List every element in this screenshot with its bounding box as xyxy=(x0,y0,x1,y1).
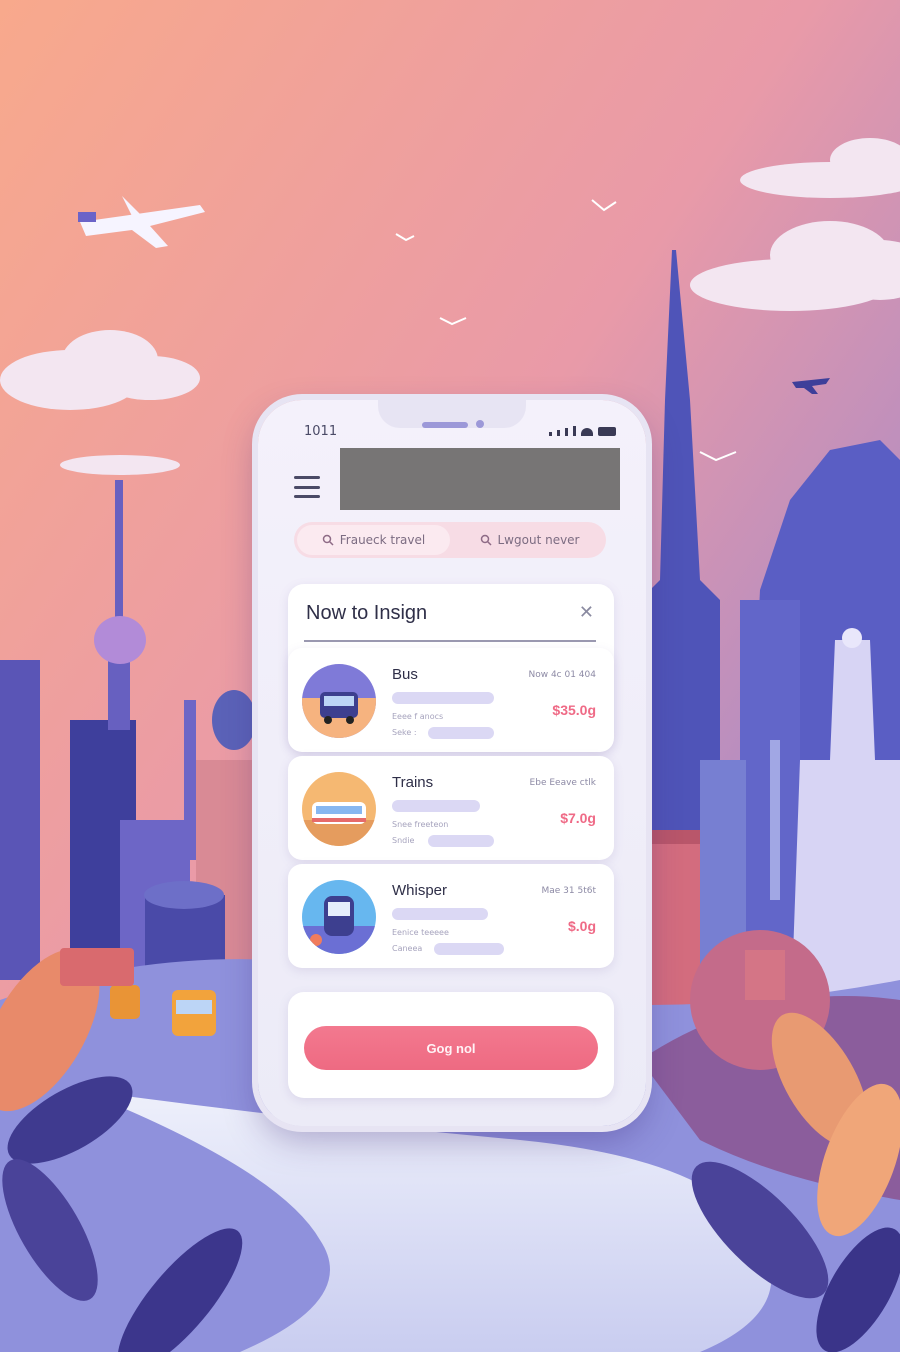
item-meta: Mae 31 5t6t xyxy=(541,886,596,896)
train-icon xyxy=(302,772,376,846)
status-icons xyxy=(549,426,616,436)
phone-screen: 1011 Fraueck travel Lwgout never Now to … xyxy=(258,400,646,1126)
footer-card: Gog nol xyxy=(288,992,614,1098)
phone-notch xyxy=(378,400,526,428)
placeholder-bar xyxy=(434,943,504,955)
tab-label: Fraueck travel xyxy=(339,533,426,547)
panel-title: Now to Insign xyxy=(306,602,428,624)
item-meta: Ebe Eeave ctlk xyxy=(529,778,596,788)
item-meta: Now 4c 01 404 xyxy=(528,670,597,680)
bus-icon xyxy=(302,664,376,738)
tab-label: Lwgout never xyxy=(497,533,580,547)
search-icon xyxy=(480,534,492,546)
menu-icon[interactable] xyxy=(294,476,320,498)
placeholder-bar xyxy=(428,835,494,847)
tab-lwgout-never[interactable]: Lwgout never xyxy=(453,522,606,558)
primary-button[interactable]: Gog nol xyxy=(304,1026,598,1070)
list-item-whisper[interactable]: Whisper Mae 31 5t6t Eenice teeeee Caneea… xyxy=(288,864,614,968)
speaker-icon xyxy=(422,422,468,428)
close-icon[interactable]: ✕ xyxy=(579,604,594,622)
placeholder-bar xyxy=(392,692,494,704)
item-price: $.0g xyxy=(567,918,596,934)
placeholder-bar xyxy=(428,727,494,739)
item-name: Trains xyxy=(392,774,434,791)
item-price: $35.0g xyxy=(552,702,596,718)
panel-header: Now to Insign ✕ xyxy=(288,584,614,642)
placeholder-bar xyxy=(392,800,480,812)
item-price: $7.0g xyxy=(560,810,596,826)
list-item-trains[interactable]: Trains Ebe Eeave ctlk Snee freeteon Sndi… xyxy=(288,756,614,860)
placeholder-bar xyxy=(392,908,488,920)
item-name: Whisper xyxy=(392,882,448,899)
search-tabs: Fraueck travel Lwgout never xyxy=(294,522,606,558)
item-sub: Snee freeteon xyxy=(392,820,449,829)
vehicle-icon xyxy=(302,880,376,954)
wifi-icon xyxy=(581,428,593,436)
tab-fraueck-travel[interactable]: Fraueck travel xyxy=(297,525,450,555)
list-item-bus[interactable]: Bus Now 4c 01 404 Eeee f anocs Seke : $3… xyxy=(288,648,614,752)
divider xyxy=(304,640,596,642)
battery-icon xyxy=(598,427,616,436)
status-time: 1011 xyxy=(304,424,338,439)
search-icon xyxy=(322,534,334,546)
item-sub: Seke : xyxy=(392,728,417,737)
redacted-title xyxy=(340,448,620,510)
item-sub: Caneea xyxy=(392,944,423,953)
item-name: Bus xyxy=(392,666,418,683)
item-sub: Eenice teeeee xyxy=(392,928,449,937)
item-sub: Sndie xyxy=(392,836,415,845)
camera-icon xyxy=(476,420,484,428)
signal-icon xyxy=(549,432,552,436)
item-sub: Eeee f anocs xyxy=(392,712,444,721)
